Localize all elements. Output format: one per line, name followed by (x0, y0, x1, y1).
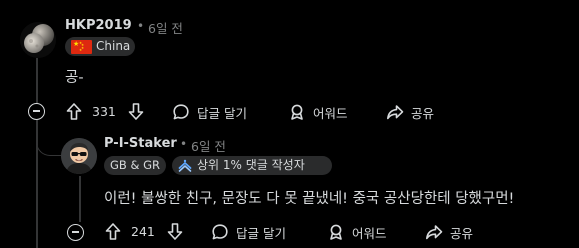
arrow-down-icon[interactable] (127, 102, 145, 121)
username[interactable]: P-I-Staker (104, 136, 177, 151)
share-arrow-icon (387, 105, 404, 120)
user-avatar[interactable] (61, 138, 97, 174)
thread-line-main (36, 58, 38, 103)
share-arrow-icon (426, 225, 443, 240)
timestamp[interactable]: 6일 전 (148, 18, 183, 37)
speech-bubble-icon (212, 224, 228, 240)
timestamp[interactable]: 6일 전 (191, 136, 226, 155)
award-ribbon-icon (330, 224, 342, 240)
award-ribbon-icon (291, 104, 303, 120)
cartoon-avatar-image (61, 138, 97, 174)
top-commenter-icon (178, 159, 192, 172)
user-flair: ★ ★ ★ ★ ★ China (65, 37, 135, 56)
collapse-thread-button[interactable] (67, 224, 84, 241)
reply-label: 답글 달기 (236, 225, 286, 241)
reply-button[interactable]: 답글 달기 (172, 102, 247, 122)
user-flair: GB & GR (104, 156, 166, 175)
collapse-thread-button[interactable] (28, 103, 45, 120)
share-label: 공유 (450, 225, 474, 241)
arrow-down-icon[interactable] (166, 222, 184, 241)
share-label: 공유 (411, 105, 435, 121)
comment-body: 공- (65, 70, 84, 86)
separator-dot: • (180, 137, 188, 151)
thread-curve (36, 118, 64, 156)
vote-count: 241 (131, 224, 155, 239)
reply-button[interactable]: 답글 달기 (211, 222, 286, 242)
speech-bubble-icon (173, 104, 189, 120)
china-flag-icon: ★ ★ ★ ★ ★ (71, 39, 92, 54)
share-button[interactable]: 공유 (386, 102, 434, 122)
thread-line-reply (79, 176, 81, 222)
reply-label: 답글 달기 (197, 105, 247, 121)
top-commenter-badge: 상위 1% 댓글 작성자 (172, 156, 332, 175)
award-button[interactable]: 어워드 (327, 222, 387, 242)
arrow-up-icon[interactable] (104, 222, 122, 241)
user-avatar[interactable] (20, 22, 56, 58)
comment-body: 이런! 불쌍한 친구, 문장도 다 못 끝냈네! 중국 공산당한테 당했구먼! (104, 191, 515, 207)
vote-count: 331 (92, 104, 116, 119)
separator-dot: • (137, 19, 145, 33)
share-button[interactable]: 공유 (425, 222, 473, 242)
arrow-up-icon[interactable] (65, 102, 83, 121)
badge-label: 상위 1% 댓글 작성자 (197, 158, 305, 172)
award-button[interactable]: 어워드 (288, 102, 348, 122)
award-label: 어워드 (313, 105, 348, 121)
username[interactable]: HKP2019 (65, 18, 132, 33)
award-label: 어워드 (352, 225, 387, 241)
moon-avatar-image (20, 22, 56, 58)
flair-label: China (96, 39, 131, 53)
flair-label: GB & GR (110, 158, 160, 172)
